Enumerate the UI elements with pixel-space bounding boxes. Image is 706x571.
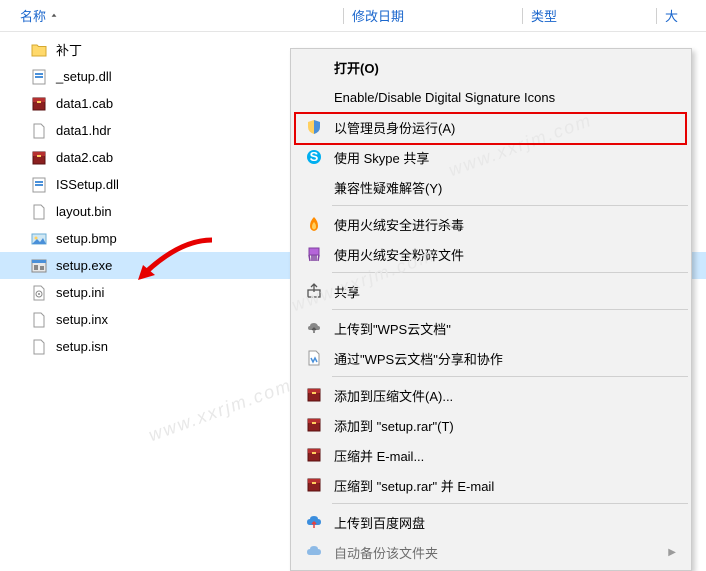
- menu-separator: [332, 272, 688, 273]
- column-header: 名称 修改日期 类型 大: [0, 0, 706, 32]
- menu-label: 打开(O): [334, 58, 379, 77]
- menu-label: 添加到 "setup.rar"(T): [334, 416, 454, 435]
- shred-icon: [304, 244, 324, 264]
- svg-text:S: S: [310, 149, 319, 164]
- menu-open[interactable]: 打开(O): [294, 52, 688, 82]
- header-type-label: 类型: [531, 6, 557, 25]
- file-name: data1.hdr: [56, 123, 111, 138]
- menu-label: 共享: [334, 282, 360, 301]
- header-size-label: 大: [665, 6, 678, 25]
- rar-icon: [304, 415, 324, 435]
- header-date-label: 修改日期: [352, 6, 404, 25]
- chevron-right-icon: ▶: [668, 547, 676, 558]
- header-size[interactable]: 大: [665, 6, 706, 25]
- menu-run-as-admin[interactable]: 以管理员身份运行(A): [294, 112, 688, 142]
- divider: [343, 8, 344, 24]
- menu-share[interactable]: 共享: [294, 276, 688, 306]
- dll-icon: [30, 176, 48, 194]
- header-type[interactable]: 类型: [531, 6, 656, 25]
- folder-icon: [30, 41, 48, 59]
- blank-icon: [304, 177, 324, 197]
- baidu-cloud-icon: [304, 512, 324, 532]
- menu-label: 使用火绒安全进行杀毒: [334, 215, 464, 234]
- blank-icon: [304, 87, 324, 107]
- menu-label: 压缩到 "setup.rar" 并 E-mail: [334, 476, 494, 495]
- cloud-upload-icon: [304, 318, 324, 338]
- huorong-icon: [304, 214, 324, 234]
- skype-icon: S: [304, 147, 324, 167]
- dll-icon: [30, 68, 48, 86]
- file-name: _setup.dll: [56, 69, 112, 84]
- header-name[interactable]: 名称: [20, 6, 343, 25]
- menu-label: 通过"WPS云文档"分享和协作: [334, 349, 503, 368]
- menu-rar-add-to[interactable]: 添加到 "setup.rar"(T): [294, 410, 688, 440]
- file-name: data1.cab: [56, 96, 113, 111]
- divider: [656, 8, 657, 24]
- file-name: setup.bmp: [56, 231, 117, 246]
- file-name: layout.bin: [56, 204, 112, 219]
- header-date[interactable]: 修改日期: [352, 6, 522, 25]
- archive-icon: [30, 95, 48, 113]
- menu-label: 以管理员身份运行(A): [334, 118, 455, 137]
- rar-icon: [304, 475, 324, 495]
- context-menu: 打开(O) Enable/Disable Digital Signature I…: [290, 48, 692, 571]
- image-icon: [30, 230, 48, 248]
- menu-baidu-upload[interactable]: 上传到百度网盘: [294, 507, 688, 537]
- ini-icon: [30, 284, 48, 302]
- file-icon: [30, 338, 48, 356]
- watermark: www.xxrjm.com: [146, 375, 295, 446]
- menu-rar-email-to[interactable]: 压缩到 "setup.rar" 并 E-mail: [294, 470, 688, 500]
- menu-huorong-shred[interactable]: 使用火绒安全粉碎文件: [294, 239, 688, 269]
- file-name: setup.exe: [56, 258, 112, 273]
- file-name: setup.isn: [56, 339, 108, 354]
- menu-rar-add[interactable]: 添加到压缩文件(A)...: [294, 380, 688, 410]
- file-name: data2.cab: [56, 150, 113, 165]
- blank-icon: [304, 57, 324, 77]
- menu-separator: [332, 503, 688, 504]
- divider: [522, 8, 523, 24]
- file-name: 补丁: [56, 40, 82, 59]
- file-icon: [30, 203, 48, 221]
- menu-label: 压缩并 E-mail...: [334, 446, 424, 465]
- share-icon: [304, 281, 324, 301]
- menu-label: 兼容性疑难解答(Y): [334, 178, 442, 197]
- menu-label: 添加到压缩文件(A)...: [334, 386, 453, 405]
- menu-huorong-scan[interactable]: 使用火绒安全进行杀毒: [294, 209, 688, 239]
- menu-separator: [332, 376, 688, 377]
- wps-doc-icon: [304, 348, 324, 368]
- baidu-cloud-icon: [304, 542, 324, 562]
- menu-label: Enable/Disable Digital Signature Icons: [334, 90, 555, 105]
- header-name-label: 名称: [20, 6, 46, 25]
- rar-icon: [304, 385, 324, 405]
- menu-baidu-backup[interactable]: 自动备份该文件夹 ▶: [294, 537, 688, 567]
- menu-skype-share[interactable]: S 使用 Skype 共享: [294, 142, 688, 172]
- menu-label: 使用 Skype 共享: [334, 148, 429, 167]
- menu-wps-collab[interactable]: 通过"WPS云文档"分享和协作: [294, 343, 688, 373]
- exe-icon: [30, 257, 48, 275]
- menu-label: 上传到"WPS云文档": [334, 319, 451, 338]
- file-icon: [30, 122, 48, 140]
- rar-icon: [304, 445, 324, 465]
- menu-wps-upload[interactable]: 上传到"WPS云文档": [294, 313, 688, 343]
- menu-separator: [332, 205, 688, 206]
- menu-separator: [332, 309, 688, 310]
- file-name: setup.inx: [56, 312, 108, 327]
- menu-compat-troubleshoot[interactable]: 兼容性疑难解答(Y): [294, 172, 688, 202]
- menu-label: 使用火绒安全粉碎文件: [334, 245, 464, 264]
- menu-label: 自动备份该文件夹: [334, 543, 438, 562]
- file-name: setup.ini: [56, 285, 104, 300]
- file-name: ISSetup.dll: [56, 177, 119, 192]
- menu-rar-email[interactable]: 压缩并 E-mail...: [294, 440, 688, 470]
- shield-icon: [304, 117, 324, 137]
- sort-asc-icon: [50, 12, 58, 20]
- menu-enable-disable[interactable]: Enable/Disable Digital Signature Icons: [294, 82, 688, 112]
- archive-icon: [30, 149, 48, 167]
- file-icon: [30, 311, 48, 329]
